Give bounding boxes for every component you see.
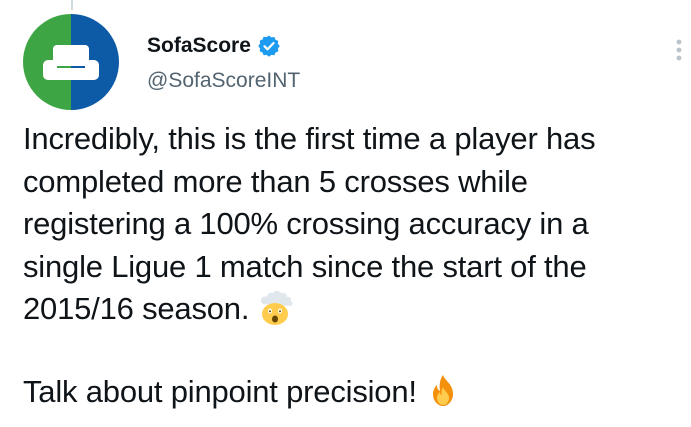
thread-connector-line	[71, 0, 73, 10]
author-display-name[interactable]: SofaScore	[147, 34, 251, 58]
author-handle[interactable]: @SofaScoreINT	[147, 69, 300, 93]
tweet-paragraph: Talk about pinpoint precision!	[23, 371, 673, 414]
more-options-icon[interactable]	[669, 36, 689, 64]
tweet-paragraph: Incredibly, this is the first time a pla…	[23, 118, 673, 331]
tweet-paragraph-text: Incredibly, this is the first time a pla…	[23, 121, 596, 326]
verified-badge-icon	[257, 34, 281, 58]
tweet-paragraph-text: Talk about pinpoint precision!	[23, 373, 417, 409]
author-name-row: SofaScore	[147, 31, 300, 61]
avatar[interactable]	[23, 14, 119, 110]
tweet-body: Incredibly, this is the first time a pla…	[23, 118, 673, 413]
exploding-head-emoji-icon	[257, 290, 293, 326]
fire-emoji-icon	[425, 373, 461, 409]
tweet-author: SofaScore @SofaScoreINT	[147, 31, 300, 93]
sofascore-logo-icon	[23, 14, 119, 110]
